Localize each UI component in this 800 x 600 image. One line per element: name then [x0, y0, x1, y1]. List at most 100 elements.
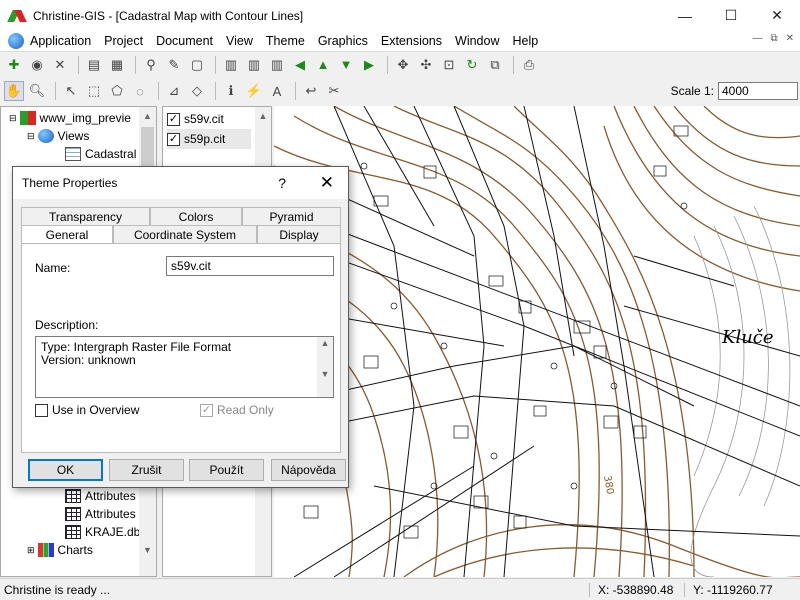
layout2-icon[interactable]: ▥ — [244, 55, 264, 75]
print-icon[interactable]: ⎙ — [519, 55, 539, 75]
pointer-icon[interactable]: ↩ — [301, 81, 321, 101]
tab-coordinate-system[interactable]: Coordinate System — [113, 225, 257, 243]
status-bar: Christine is ready ... X: -538890.48 Y: … — [0, 578, 800, 600]
tab-colors[interactable]: Colors — [150, 207, 242, 225]
cancel-button[interactable]: Zrušit — [109, 459, 184, 481]
tree-item-attributes-2[interactable]: Attributes — [65, 505, 136, 523]
dialog-title: Theme Properties — [22, 176, 118, 190]
zoom-in-arrows-icon[interactable]: ✥ — [393, 55, 413, 75]
erase-icon[interactable]: ✂ — [324, 81, 344, 101]
info-icon[interactable]: ℹ — [221, 81, 241, 101]
read-only-checkbox: ✓ Read Only — [200, 403, 274, 417]
tools-icon[interactable]: ✎ — [164, 55, 184, 75]
tree-item-project[interactable]: ⊟ www_img_previe — [9, 109, 131, 127]
scroll-up-icon[interactable]: ▲ — [139, 107, 156, 124]
grey-contours — [690, 205, 791, 577]
measure-icon[interactable]: ⊿ — [164, 81, 184, 101]
menu-help[interactable]: Help — [512, 34, 538, 48]
pan-hand-icon[interactable]: ✋ — [4, 81, 24, 101]
copy-icon[interactable]: ⧉ — [485, 55, 505, 75]
status-message: Christine is ready ... — [4, 582, 111, 597]
ok-button[interactable]: OK — [28, 459, 103, 481]
move-left-icon[interactable]: ◀ — [290, 55, 310, 75]
tab-transparency[interactable]: Transparency — [21, 207, 150, 225]
menu-extensions[interactable]: Extensions — [381, 34, 442, 48]
tree-item-views[interactable]: ⊟ Views — [27, 127, 89, 145]
menu-graphics[interactable]: Graphics — [318, 34, 368, 48]
tree-item-kraje[interactable]: KRAJE.dbf — [65, 523, 144, 541]
tab-display[interactable]: Display — [257, 225, 341, 243]
map-canvas[interactable]: Kluče 380 — [274, 106, 800, 577]
layout-icon[interactable]: ▥ — [221, 55, 241, 75]
move-down-icon[interactable]: ▼ — [336, 55, 356, 75]
scroll-up-icon[interactable]: ▲ — [255, 107, 271, 124]
tree-item-charts[interactable]: ⊞ Charts — [27, 541, 93, 559]
binoculars-icon[interactable]: ⚲ — [141, 55, 161, 75]
menu-document[interactable]: Document — [156, 34, 213, 48]
zoom-full-icon[interactable]: ⊡ — [439, 55, 459, 75]
apply-button[interactable]: Použít — [189, 459, 264, 481]
scroll-down-icon[interactable]: ▼ — [139, 541, 156, 558]
maximize-button[interactable]: ☐ — [708, 0, 754, 31]
page-icon[interactable]: ▢ — [187, 55, 207, 75]
mdi-restore-button[interactable]: ⧉ — [770, 33, 777, 44]
name-field[interactable] — [166, 256, 334, 276]
description-field[interactable]: Type: Intergraph Raster File Format Vers… — [35, 336, 334, 398]
checkbox-box[interactable] — [35, 403, 48, 417]
theme-checkbox[interactable]: ✓ — [167, 112, 180, 126]
label-icon[interactable]: A — [267, 81, 287, 101]
select-circle-icon[interactable]: ◌ — [130, 81, 150, 101]
menu-theme[interactable]: Theme — [266, 34, 305, 48]
dialog-help-button[interactable]: ? — [278, 175, 286, 191]
tree-item-attributes-1[interactable]: Attributes — [65, 487, 136, 505]
select-poly-icon[interactable]: ⬠ — [107, 81, 127, 101]
description-scrollbar[interactable]: ▲ ▼ — [317, 337, 333, 397]
use-in-overview-checkbox[interactable]: Use in Overview — [35, 403, 139, 417]
select-rect-icon[interactable]: ⬚ — [84, 81, 104, 101]
menu-window[interactable]: Window — [455, 34, 499, 48]
menu-application[interactable]: Application — [30, 34, 91, 48]
title-bar: Christine-GIS - [Cadastral Map with Cont… — [0, 0, 800, 31]
hyperlink-icon[interactable]: ⚡ — [244, 81, 264, 101]
tree-item-cadastral[interactable]: Cadastral — [65, 145, 136, 163]
mdi-minimize-button[interactable]: — — [752, 33, 762, 44]
app-logo-icon — [10, 9, 26, 23]
close-button[interactable]: ✕ — [754, 0, 800, 31]
tab-general[interactable]: General — [21, 225, 113, 244]
refresh-icon[interactable]: ↻ — [462, 55, 482, 75]
zoom-out-arrows-icon[interactable]: ✣ — [416, 55, 436, 75]
delete-icon[interactable]: ✕ — [50, 55, 70, 75]
layout3-icon[interactable]: ▥ — [267, 55, 287, 75]
zoom-icon[interactable]: 🔍︎ — [27, 81, 47, 101]
scale-input[interactable] — [718, 82, 798, 100]
mdi-close-button[interactable]: ✕ — [786, 33, 794, 44]
scroll-down-icon[interactable]: ▼ — [317, 368, 333, 381]
properties-icon[interactable]: ▤ — [84, 55, 104, 75]
dialog-title-bar: Theme Properties ? ✕ — [13, 167, 348, 199]
scroll-up-icon[interactable]: ▲ — [317, 337, 333, 350]
menu-view[interactable]: View — [226, 34, 253, 48]
table-icon — [65, 525, 81, 539]
scale-control: Scale 1: — [671, 82, 798, 100]
help-button[interactable]: Nápověda — [271, 459, 346, 481]
place-label: Kluče — [721, 327, 774, 348]
table-icon[interactable]: ▦ — [107, 55, 127, 75]
move-right-icon[interactable]: ▶ — [359, 55, 379, 75]
view-icon — [65, 147, 81, 161]
globe-add-icon[interactable]: ◉ — [27, 55, 47, 75]
chart-icon — [37, 543, 54, 557]
theme-item-s59v[interactable]: ✓ s59v.cit — [167, 109, 224, 129]
menu-project[interactable]: Project — [104, 34, 143, 48]
theme-checkbox[interactable]: ✓ — [167, 132, 180, 146]
tab-pyramid[interactable]: Pyramid — [242, 207, 341, 225]
minimize-button[interactable]: — — [662, 0, 708, 31]
main-toolbar: ✚ ◉ ✕ ▤ ▦ ⚲ ✎ ▢ ▥ ▥ ▥ ◀ ▲ ▼ ▶ ✥ ✣ ⊡ ↻ ⧉ … — [0, 51, 800, 77]
status-y-coordinate: Y: -1119260.77 — [684, 582, 779, 597]
theme-item-s59p[interactable]: ✓ s59p.cit — [167, 129, 251, 149]
dialog-close-button[interactable]: ✕ — [320, 173, 334, 193]
area-icon[interactable]: ◇ — [187, 81, 207, 101]
move-up-icon[interactable]: ▲ — [313, 55, 333, 75]
add-theme-icon[interactable]: ✚ — [4, 55, 24, 75]
select-arrow-icon[interactable]: ↖ — [61, 81, 81, 101]
checkbox-box: ✓ — [200, 403, 213, 417]
